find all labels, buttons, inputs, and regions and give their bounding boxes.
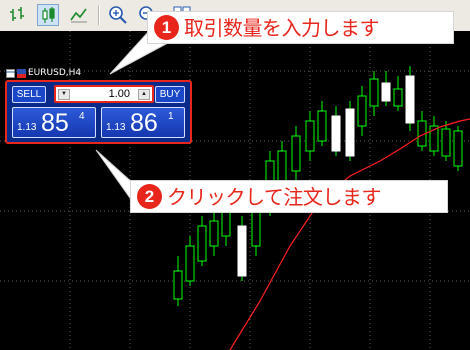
zoom-in-icon [109, 6, 127, 24]
callout-1-text: 取引数量を入力します [184, 16, 380, 40]
candle-body [317, 110, 327, 142]
chart-window-icon [6, 68, 15, 78]
flag-icon [17, 68, 26, 78]
callout-2-number: 2 [137, 184, 162, 209]
buy-price-superscript: 1 [168, 111, 174, 122]
one-click-trading-panel: SELL ▼ 1.00 ▲ BUY 1.13 85 4 1.13 86 1 [5, 80, 192, 144]
candle-body [405, 75, 415, 124]
buy-price-button[interactable]: 1.13 86 1 [101, 107, 185, 138]
candle-body [185, 245, 195, 282]
candle-body [441, 128, 451, 157]
callout-click-to-order: 2 クリックして注文します [130, 180, 448, 213]
callout-1-number: 1 [154, 15, 179, 40]
bar-chart-button[interactable] [7, 4, 29, 26]
candle-body [197, 225, 207, 262]
callout-enter-lot-size: 1 取引数量を入力します [147, 11, 454, 44]
candle-body [305, 120, 315, 152]
candle-body [173, 270, 183, 300]
sell-price-prefix: 1.13 [17, 122, 37, 133]
candle-body [331, 115, 341, 152]
candle-body [277, 150, 287, 182]
candle-body [369, 78, 379, 107]
line-chart-button[interactable] [68, 4, 90, 26]
chart-window-caption: EURUSD,H4 [6, 67, 81, 79]
candle-body [291, 135, 301, 172]
lot-size-value[interactable]: 1.00 [72, 88, 136, 101]
candlestick-chart-button[interactable] [37, 4, 59, 26]
line-chart-icon [70, 8, 87, 23]
buy-price-prefix: 1.13 [106, 122, 126, 133]
chart-symbol: EURUSD,H4 [28, 68, 82, 78]
candle-body [453, 130, 463, 167]
callout-2-text: クリックして注文します [167, 185, 381, 209]
candle-body [357, 95, 367, 127]
candle-body [345, 108, 355, 157]
sell-price-superscript: 4 [79, 111, 85, 122]
lot-size-field[interactable]: ▼ 1.00 ▲ [54, 85, 154, 103]
buy-price-big: 86 [130, 109, 158, 137]
candle-body [237, 225, 247, 277]
buy-label-button[interactable]: BUY [155, 86, 185, 103]
candle-body [381, 82, 391, 102]
lot-decrease-button[interactable]: ▼ [58, 89, 70, 100]
candlestick-chart-icon [42, 7, 55, 23]
sell-price-big: 85 [41, 109, 69, 137]
zoom-in-button[interactable] [107, 4, 129, 26]
bar-chart-icon [10, 7, 24, 21]
candle-body [393, 88, 403, 107]
sell-price-button[interactable]: 1.13 85 4 [12, 107, 96, 138]
lot-increase-button[interactable]: ▲ [138, 89, 150, 100]
sell-label-button[interactable]: SELL [12, 86, 46, 103]
candle-body [209, 220, 219, 247]
